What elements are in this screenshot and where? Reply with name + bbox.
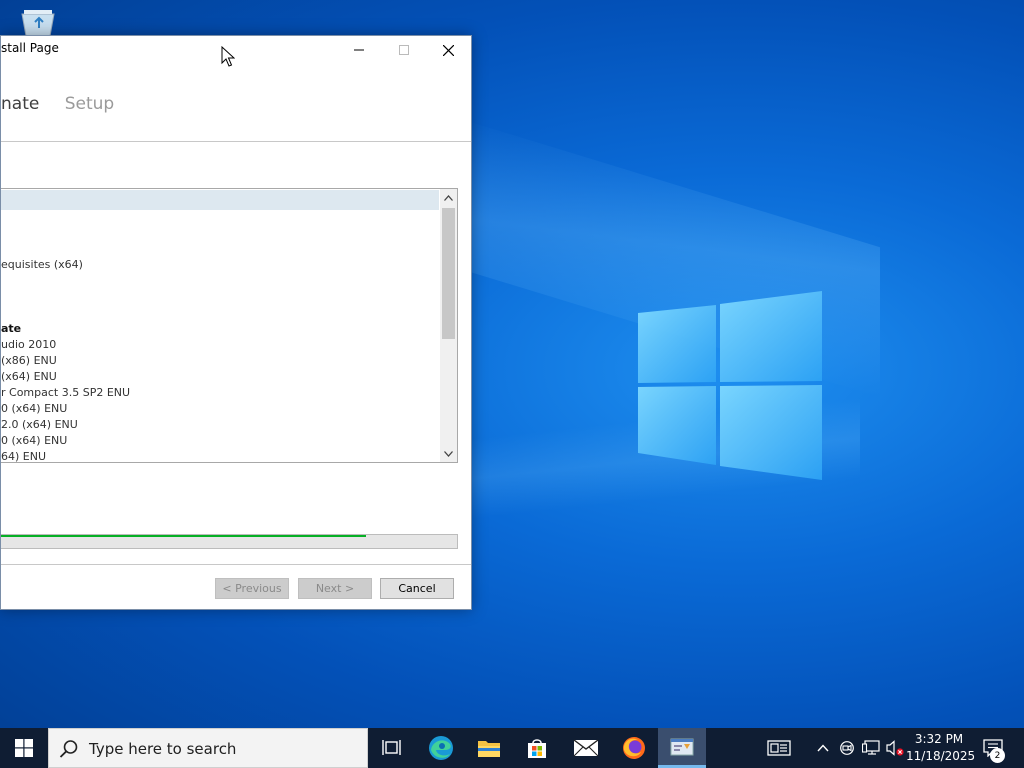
list-item: udio 2010 bbox=[1, 338, 57, 351]
edge-taskbar-button[interactable] bbox=[417, 728, 465, 768]
components-list[interactable]: equisites (x64) ate udio 2010 (x86) ENU … bbox=[1, 188, 458, 463]
start-button[interactable] bbox=[0, 728, 48, 768]
installer-icon bbox=[670, 738, 694, 755]
file-explorer-icon bbox=[478, 741, 500, 757]
window-title: stall Page bbox=[1, 41, 59, 55]
volume-muted-icon bbox=[886, 740, 904, 756]
maximize-button[interactable] bbox=[381, 36, 426, 64]
mouse-cursor-icon bbox=[221, 46, 235, 67]
recycle-bin-icon[interactable] bbox=[18, 6, 58, 36]
maximize-icon bbox=[398, 45, 409, 55]
news-icon bbox=[767, 740, 791, 756]
title-bar[interactable]: stall Page bbox=[1, 36, 471, 64]
progress-fill bbox=[1, 535, 366, 537]
volume-button[interactable] bbox=[884, 728, 906, 768]
wizard-steps: nate Setup bbox=[1, 94, 114, 114]
windows-logo-wallpaper bbox=[638, 291, 822, 480]
file-explorer-taskbar-button[interactable] bbox=[465, 728, 513, 768]
list-item: ate bbox=[1, 322, 22, 335]
chevron-up-icon bbox=[444, 194, 453, 201]
chevron-up-icon bbox=[817, 744, 829, 752]
install-progress-bar bbox=[1, 534, 458, 549]
meet-now-icon bbox=[840, 741, 854, 755]
list-item: 0 (x64) ENU bbox=[1, 402, 68, 415]
step-current: nate bbox=[1, 94, 40, 114]
installer-taskbar-button[interactable] bbox=[658, 728, 706, 768]
minimize-icon bbox=[353, 49, 364, 51]
close-button[interactable] bbox=[426, 36, 471, 64]
network-icon bbox=[862, 740, 880, 755]
meet-now-button[interactable] bbox=[836, 728, 858, 768]
search-icon bbox=[59, 740, 78, 758]
close-icon bbox=[443, 44, 454, 56]
next-button[interactable]: Next > bbox=[298, 578, 372, 599]
step-setup: Setup bbox=[64, 94, 115, 114]
clock-date: 11/18/2025 bbox=[906, 749, 976, 763]
taskbar-search-box[interactable]: Type here to search bbox=[48, 728, 368, 768]
windows-start-icon bbox=[15, 739, 33, 757]
scroll-down-button[interactable] bbox=[440, 445, 457, 462]
chevron-down-icon bbox=[444, 450, 453, 457]
mail-taskbar-button[interactable] bbox=[562, 728, 610, 768]
store-icon bbox=[528, 739, 546, 758]
cancel-button[interactable]: Cancel bbox=[380, 578, 454, 599]
task-view-icon bbox=[382, 740, 401, 755]
header-divider bbox=[1, 141, 471, 142]
list-item: r Compact 3.5 SP2 ENU bbox=[1, 386, 131, 399]
search-placeholder: Type here to search bbox=[89, 740, 237, 758]
clock-time: 3:32 PM bbox=[914, 732, 964, 746]
show-hidden-icons-button[interactable] bbox=[812, 728, 834, 768]
store-taskbar-button[interactable] bbox=[513, 728, 561, 768]
list-item: 64) ENU bbox=[1, 450, 47, 463]
footer-divider bbox=[1, 564, 471, 565]
previous-button[interactable]: < Previous bbox=[215, 578, 289, 599]
scroll-thumb[interactable] bbox=[442, 208, 455, 339]
news-tray-button[interactable] bbox=[762, 728, 796, 768]
list-item: equisites (x64) bbox=[1, 258, 83, 271]
notification-count-badge: 2 bbox=[990, 748, 1005, 763]
system-clock[interactable]: 3:32 PM 11/18/2025 bbox=[906, 731, 976, 765]
firefox-icon bbox=[623, 737, 645, 759]
taskbar: Type here to search 3:32 PM 11/18/2025 2 bbox=[0, 728, 1024, 768]
list-item: (x64) ENU bbox=[1, 370, 57, 383]
list-item: 2.0 (x64) ENU bbox=[1, 418, 78, 431]
list-item: (x86) ENU bbox=[1, 354, 57, 367]
task-view-button[interactable] bbox=[368, 728, 416, 768]
edge-icon bbox=[429, 736, 453, 760]
minimize-button[interactable] bbox=[336, 36, 381, 64]
vertical-scrollbar[interactable] bbox=[440, 189, 457, 462]
firefox-taskbar-button[interactable] bbox=[610, 728, 658, 768]
selected-row-highlight bbox=[1, 190, 439, 210]
network-button[interactable] bbox=[860, 728, 882, 768]
scroll-up-button[interactable] bbox=[440, 189, 457, 206]
mail-icon bbox=[573, 739, 599, 757]
installer-window: stall Page nate Setup equisites (x64) at… bbox=[0, 35, 472, 610]
list-item: 0 (x64) ENU bbox=[1, 434, 68, 447]
